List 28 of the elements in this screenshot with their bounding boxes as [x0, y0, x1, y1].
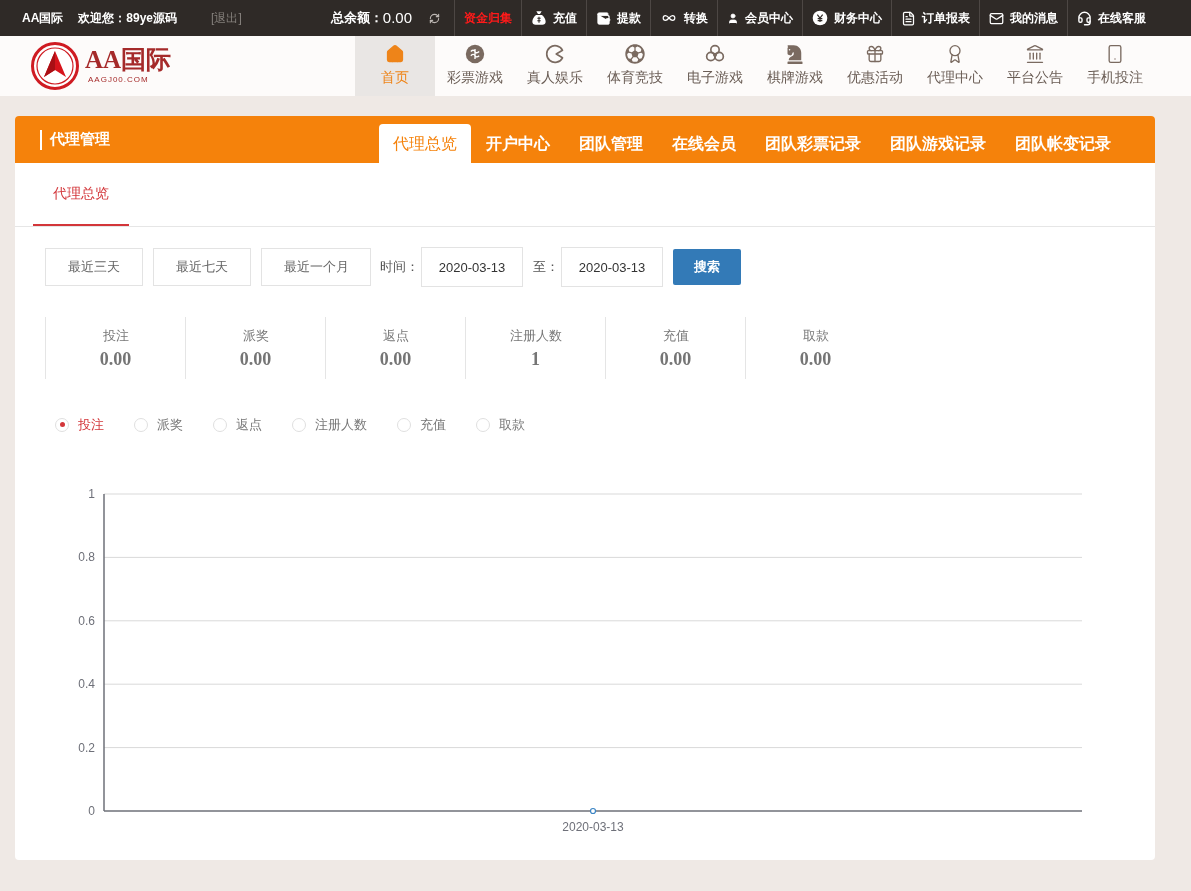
time-label: 时间： [380, 258, 419, 277]
y-axis-label: 0.4 [78, 676, 95, 691]
stat-label: 返点 [382, 326, 409, 345]
site-name: AA国际 [22, 10, 64, 27]
stat-value: 0.00 [379, 348, 412, 371]
y-axis-label: 0 [88, 803, 95, 818]
stat-value: 1 [531, 348, 540, 371]
welcome-text: 欢迎您：89ye源码 [78, 10, 178, 27]
stat-label: 派奖 [242, 326, 269, 345]
stat-label: 投注 [102, 326, 129, 345]
stat-value: 0.00 [99, 348, 132, 371]
y-axis-label: 0.8 [78, 549, 95, 564]
stat-value: 0.00 [659, 348, 692, 371]
to-label: 至： [533, 258, 559, 277]
y-axis-label: 1 [88, 486, 95, 501]
balance-amount: 0.00 [382, 7, 412, 28]
x-axis-label: 2020-03-13 [562, 819, 624, 834]
balance-label: 总余额： [330, 9, 383, 28]
y-axis-label: 0.6 [78, 613, 95, 628]
logo-domain: AAGJ00.COM [88, 74, 150, 84]
stat-value: 0.00 [799, 348, 832, 371]
stat-label: 注册人数 [509, 326, 562, 345]
logo-text: AA国际 [85, 44, 172, 75]
stat-label: 充值 [662, 326, 689, 345]
panel-title: 代理管理 [50, 129, 110, 150]
stat-value: 0.00 [239, 348, 272, 371]
stat-label: 取款 [802, 326, 829, 345]
y-axis-label: 0.2 [78, 740, 95, 755]
